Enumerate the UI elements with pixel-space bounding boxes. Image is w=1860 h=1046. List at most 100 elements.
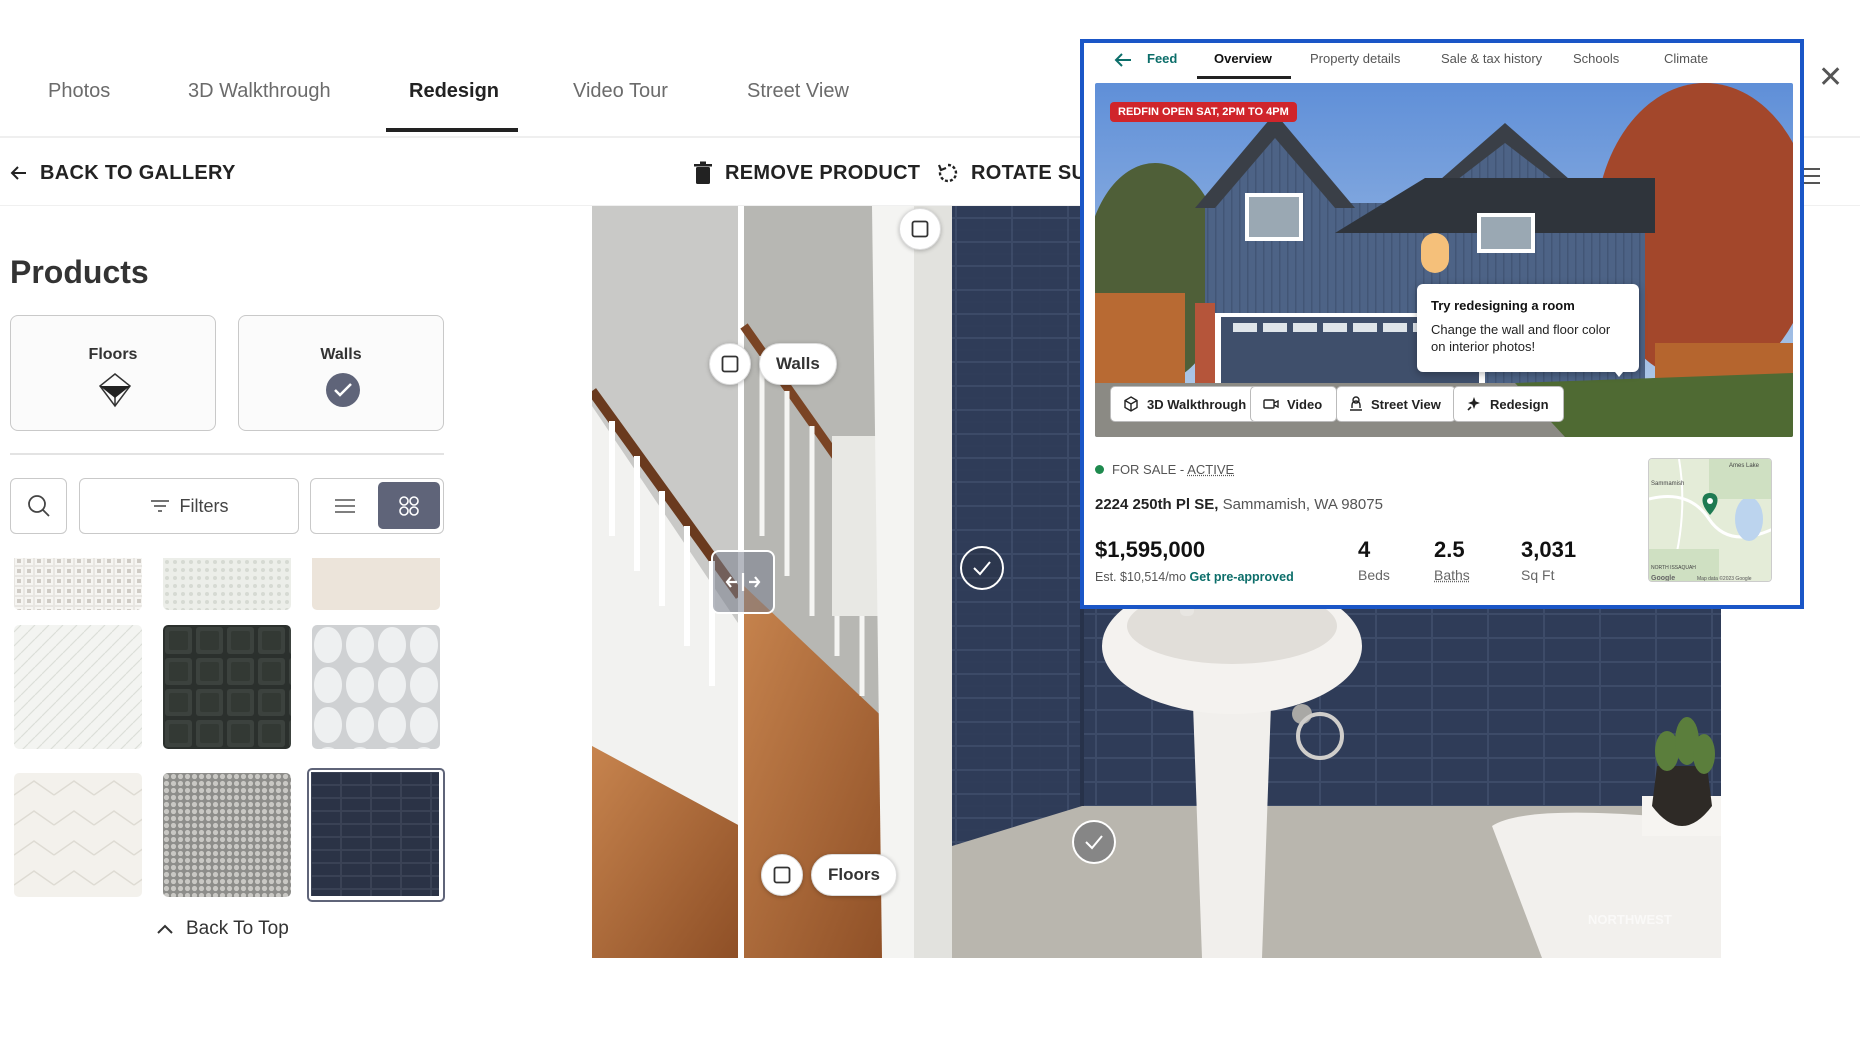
video-label: Video — [1287, 396, 1323, 412]
product-swatch-mosaic-white[interactable] — [14, 558, 142, 610]
close-icon[interactable]: ✕ — [1818, 60, 1843, 95]
listing-address: 2224 250th Pl SE, Sammamish, WA 98075 — [1095, 496, 1383, 513]
chevron-up-icon — [157, 924, 173, 934]
floors-checkbox[interactable] — [761, 854, 803, 896]
remove-product-label: REMOVE PRODUCT — [725, 161, 921, 184]
tab-video-tour[interactable]: Video Tour — [573, 80, 668, 103]
video-button[interactable]: Video — [1250, 386, 1338, 422]
redesign-button[interactable]: Redesign — [1453, 386, 1564, 422]
video-camera-icon — [1263, 399, 1279, 409]
filters-label: Filters — [179, 495, 229, 516]
status-active[interactable]: ACTIVE — [1187, 462, 1234, 477]
listing-tab-schools[interactable]: Schools — [1573, 51, 1619, 66]
tooltip-title: Try redesigning a room — [1431, 298, 1575, 313]
stat-sqft-value: 3,031 — [1521, 537, 1577, 562]
wall-applied-check[interactable] — [960, 546, 1004, 590]
street-view-button[interactable]: Street View — [1336, 386, 1456, 422]
listing-tab-sale-tax-history[interactable]: Sale & tax history — [1441, 51, 1542, 66]
floor-applied-check[interactable] — [1072, 820, 1116, 864]
products-sidebar: Products Floors Walls Filters Back To To… — [0, 206, 450, 956]
check-icon — [1085, 835, 1103, 850]
cube-icon — [1124, 396, 1138, 412]
stat-sqft-label: Sq Ft — [1521, 567, 1555, 583]
view-toggle — [310, 478, 444, 534]
3d-walkthrough-button[interactable]: 3D Walkthrough — [1110, 386, 1262, 422]
listing-tab-feed[interactable]: Feed — [1147, 51, 1177, 66]
tab-street-view[interactable]: Street View — [747, 80, 849, 103]
wall-select-checkbox[interactable] — [899, 208, 941, 250]
rotate-label: ROTATE SU — [971, 161, 1087, 184]
status-prefix: FOR SALE - — [1112, 462, 1185, 477]
tab-3d-walkthrough[interactable]: 3D Walkthrough — [188, 80, 331, 103]
get-pre-approved-link[interactable]: Get pre-approved — [1190, 570, 1294, 584]
map-brand: Google — [1651, 575, 1675, 582]
stat-baths-label[interactable]: Baths — [1434, 567, 1470, 583]
estimated-payment: Est. $10,514/mo Get pre-approved — [1095, 570, 1294, 584]
tile-pattern — [312, 625, 440, 749]
rotate-button[interactable]: ROTATE SU — [937, 140, 1086, 206]
walls-chip[interactable]: Walls — [759, 343, 837, 385]
back-to-gallery-label: BACK TO GALLERY — [40, 161, 236, 184]
grid-view-button[interactable] — [378, 482, 440, 529]
filter-icon — [150, 500, 169, 512]
product-swatch-mosaic-light[interactable] — [163, 558, 291, 610]
back-to-gallery-button[interactable]: BACK TO GALLERY — [10, 140, 236, 206]
filters-button[interactable]: Filters — [79, 478, 299, 534]
list-view-button[interactable] — [311, 479, 379, 532]
trash-icon — [694, 161, 712, 184]
street-view-label: Street View — [1371, 396, 1441, 412]
search-icon — [27, 495, 50, 517]
arrow-left-icon — [10, 166, 26, 180]
drag-horizontal-icon — [725, 573, 761, 591]
stat-beds: 4 Beds — [1358, 537, 1390, 583]
stat-beds-label: Beds — [1358, 567, 1390, 583]
floors-chip[interactable]: Floors — [811, 854, 897, 896]
search-button[interactable] — [10, 478, 67, 534]
listing-tab-overview[interactable]: Overview — [1214, 51, 1272, 66]
house-photo — [1095, 83, 1793, 437]
tab-redesign[interactable]: Redesign — [409, 80, 499, 103]
remove-product-button[interactable]: REMOVE PRODUCT — [693, 140, 920, 206]
product-swatch-navy-subway-selected[interactable] — [307, 768, 445, 902]
rotate-icon — [937, 163, 958, 183]
redesign-label: Redesign — [1490, 396, 1549, 412]
listing-minimap[interactable]: Ames Lake Sammamish NORTH ISSAQUAH Googl… — [1648, 458, 1772, 582]
listing-hero-photo[interactable]: REDFIN OPEN SAT, 2PM TO 4PM Try redesign… — [1095, 83, 1793, 437]
person-pin-icon — [1350, 396, 1362, 411]
product-swatch-beige[interactable] — [312, 558, 440, 610]
map-graphic: Ames Lake Sammamish NORTH ISSAQUAH Googl… — [1649, 459, 1771, 582]
arrow-left-icon[interactable] — [1114, 52, 1132, 68]
active-tab-indicator — [386, 128, 518, 132]
check-circle-icon — [326, 373, 360, 407]
map-label-bottom-left: NORTH ISSAQUAH — [1651, 565, 1696, 571]
checkbox-empty-icon — [911, 220, 929, 238]
listing-popup: Feed Overview Property details Sale & ta… — [1080, 39, 1804, 609]
cube-outline-icon — [98, 373, 132, 408]
walls-checkbox[interactable] — [709, 343, 751, 385]
tooltip-arrow — [1611, 367, 1627, 377]
product-swatch-penny-grey[interactable] — [163, 773, 291, 897]
tile-pattern — [311, 772, 439, 896]
listing-tab-climate[interactable]: Climate — [1664, 51, 1708, 66]
status-dot — [1095, 465, 1104, 474]
sale-status: FOR SALE - ACTIVE — [1095, 462, 1234, 477]
before-after-slider-handle[interactable] — [711, 550, 775, 614]
estimated-payment-amount: Est. $10,514/mo — [1095, 570, 1187, 584]
product-swatch-chevron-cream[interactable] — [14, 773, 142, 897]
product-grid — [10, 558, 450, 908]
checkbox-empty-icon — [721, 355, 739, 373]
photo-watermark: NORTHWEST — [1588, 912, 1672, 927]
category-walls[interactable]: Walls — [238, 315, 444, 431]
product-swatch-arabesque[interactable] — [312, 625, 440, 749]
back-to-top-button[interactable]: Back To Top — [156, 918, 289, 940]
tab-photos[interactable]: Photos — [48, 80, 110, 103]
grid-icon — [399, 495, 419, 516]
listing-tab-property-details[interactable]: Property details — [1310, 51, 1400, 66]
product-swatch-herringbone-white[interactable] — [14, 625, 142, 749]
address-street: 2224 250th Pl SE, — [1095, 496, 1219, 513]
3d-walkthrough-label: 3D Walkthrough — [1147, 396, 1247, 412]
map-label-top: Ames Lake — [1729, 463, 1760, 469]
product-swatch-dark-square[interactable] — [163, 625, 291, 749]
stat-baths: 2.5 Baths — [1434, 537, 1470, 583]
category-floors[interactable]: Floors — [10, 315, 216, 431]
